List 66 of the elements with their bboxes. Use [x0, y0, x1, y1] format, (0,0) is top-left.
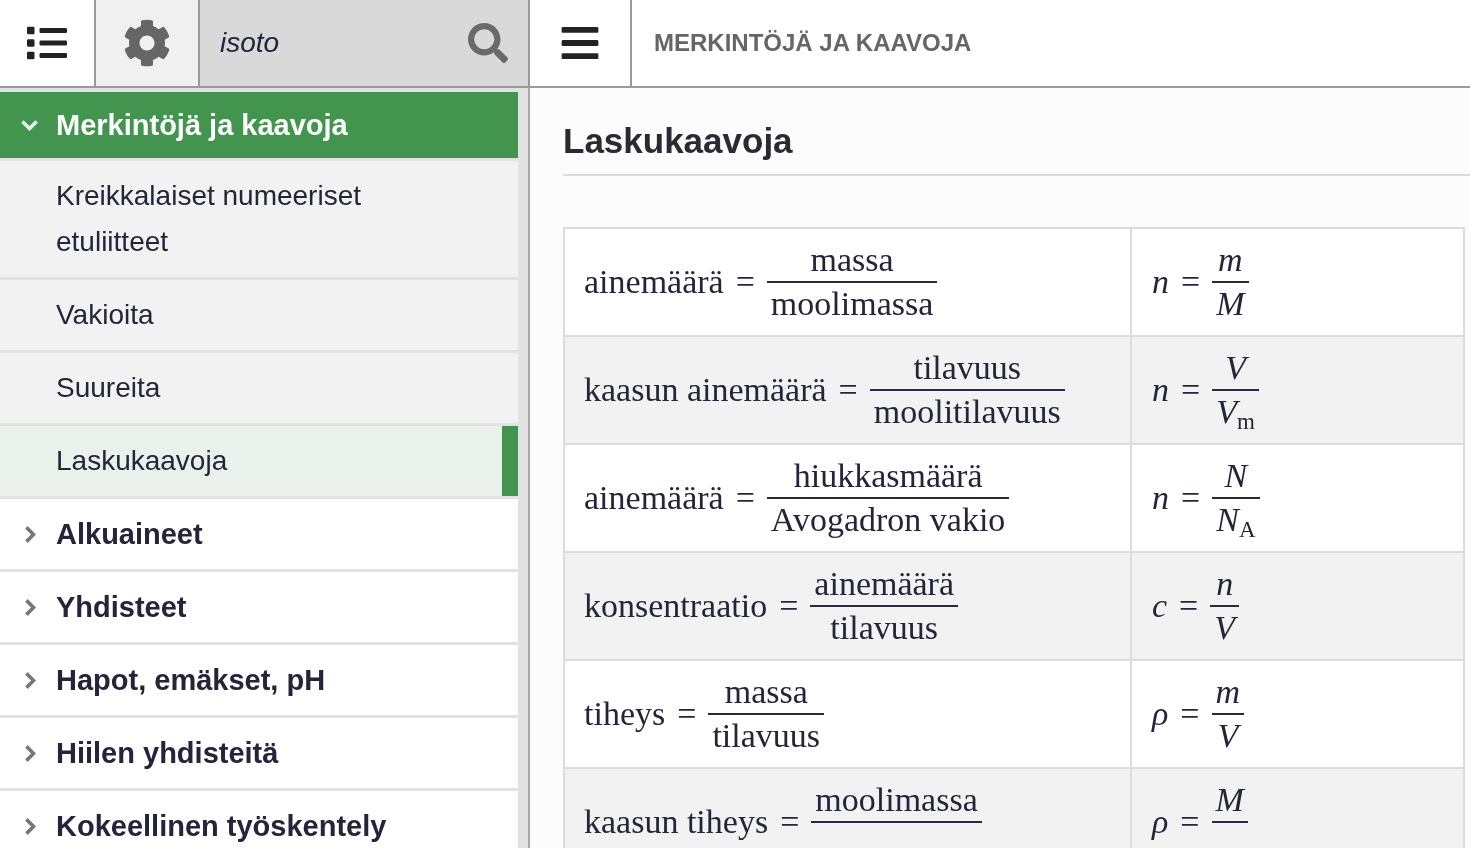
formula-term: ρ: [1152, 802, 1169, 842]
equals-sign: =: [838, 370, 858, 410]
settings-button[interactable]: [96, 0, 200, 86]
formula-term: tiheys: [584, 694, 666, 734]
sidebar-item[interactable]: Suureita: [0, 353, 518, 423]
numerator: m: [1215, 672, 1241, 712]
denominator: M: [1216, 284, 1245, 324]
search-field[interactable]: isoto: [200, 0, 530, 86]
sidebar-item[interactable]: Kreikkalaiset numeeriset etuliitteet: [0, 161, 518, 277]
formula-term: c: [1152, 586, 1168, 626]
formula-term: n: [1152, 370, 1169, 410]
equals-sign: =: [735, 262, 755, 302]
chevron-right-icon: [24, 670, 36, 690]
search-icon[interactable]: [468, 23, 508, 63]
numerator: hiukkasmäärä: [793, 456, 983, 496]
numerator: tilavuus: [913, 348, 1022, 388]
numerator: m: [1218, 240, 1243, 280]
sidebar-section[interactable]: Hiilen yhdisteitä: [0, 718, 518, 788]
numerator: massa: [810, 240, 894, 280]
denominator: Avogadron vakio: [770, 500, 1006, 540]
sidebar-section[interactable]: Alkuaineet: [0, 499, 518, 569]
denominator: moolimassa: [770, 284, 934, 324]
denominator: tilavuus: [830, 608, 939, 648]
numerator: N: [1224, 456, 1248, 496]
formula-term: n: [1152, 262, 1169, 302]
page-title: MERKINTÖJÄ JA KAAVOJA: [654, 28, 972, 58]
chevron-right-icon: [24, 524, 36, 544]
formula-term: ainemäärä: [584, 478, 724, 518]
numerator: massa: [724, 672, 808, 712]
sidebar-section[interactable]: Kokeellinen työskentely: [0, 791, 518, 848]
chevron-down-icon: [20, 119, 39, 131]
formula-term: n: [1152, 478, 1169, 518]
equals-sign: =: [1181, 478, 1201, 518]
search-input[interactable]: isoto: [200, 0, 468, 86]
chevron-right-icon: [24, 597, 36, 617]
section-heading: Laskukaavoja: [563, 120, 794, 162]
equals-sign: =: [1180, 694, 1200, 734]
formula-term: kaasun tiheys: [584, 802, 769, 842]
equals-sign: =: [1180, 802, 1200, 842]
equals-sign: =: [1179, 586, 1199, 626]
numerator: ainemäärä: [814, 564, 955, 604]
denominator: moolitilavuus: [873, 392, 1061, 432]
denominator: N$_{A}$: [1216, 500, 1256, 541]
equals-sign: =: [780, 802, 800, 842]
equals-sign: =: [677, 694, 697, 734]
equals-sign: =: [1181, 262, 1201, 302]
equals-sign: =: [779, 586, 799, 626]
sidebar-section[interactable]: Hapot, emäkset, pH: [0, 645, 518, 715]
chevron-right-icon: [24, 816, 36, 836]
numerator: n: [1216, 564, 1234, 604]
formula-term: konsentraatio: [584, 586, 768, 626]
numerator: M: [1215, 780, 1244, 820]
equals-sign: =: [735, 478, 755, 518]
formula-term: kaasun ainemäärä: [584, 370, 827, 410]
equals-sign: =: [1181, 370, 1201, 410]
sidebar-section[interactable]: Merkintöjä ja kaavoja: [0, 92, 518, 158]
sidebar-item[interactable]: Laskukaavoja: [0, 426, 518, 496]
formula-term: ρ: [1152, 694, 1169, 734]
sidebar-section[interactable]: Yhdisteet: [0, 572, 518, 642]
denominator: tilavuus: [712, 716, 821, 756]
denominator: V$_{m}$: [1216, 392, 1255, 433]
formula-term: ainemäärä: [584, 262, 724, 302]
numerator: moolimassa: [815, 780, 978, 820]
chevron-right-icon: [24, 743, 36, 763]
gear-icon: [123, 19, 171, 67]
sidebar-item[interactable]: Vakioita: [0, 280, 518, 350]
